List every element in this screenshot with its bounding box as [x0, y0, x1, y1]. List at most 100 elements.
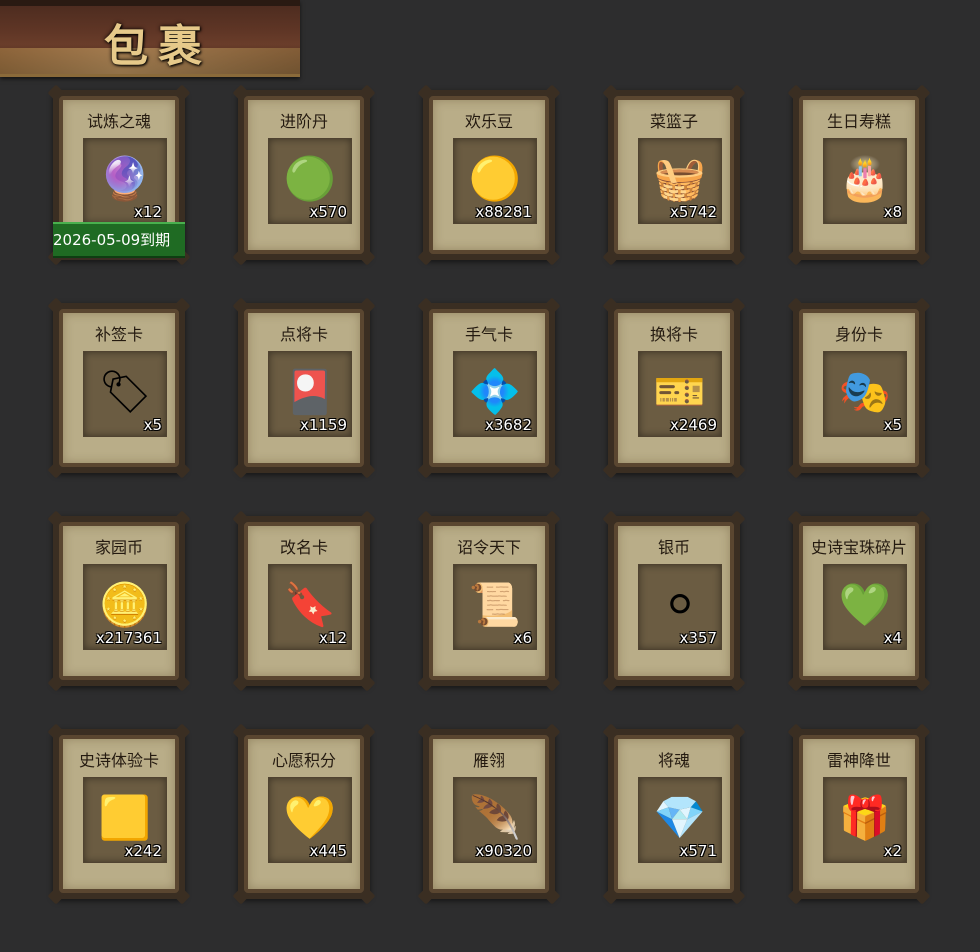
general-token-icon: 🎴 [283, 366, 337, 416]
item-count: x2 [883, 842, 902, 860]
item-slot: ⚪ x357 [638, 564, 722, 650]
item-card-feather[interactable]: 雁翎 🪶 x90320 [417, 723, 561, 905]
item-card-green-crystal[interactable]: 将魂 💎 x571 [602, 723, 746, 905]
item-name: 心愿积分 [271, 751, 336, 770]
item-count: x8 [883, 203, 902, 221]
rename-tag-icon: 🔖 [283, 579, 337, 629]
item-card-mask-card[interactable]: 身份卡 🎭 x5 [787, 297, 931, 479]
item-name: 史诗体验卡 [78, 751, 159, 770]
item-slot: 💠 x3682 [453, 351, 537, 437]
card-frame: 雷神降世 🎁 x2 [799, 735, 919, 893]
gold-card-icon: 🟨 [98, 792, 152, 842]
item-count: x90320 [475, 842, 532, 860]
item-card-green-pill[interactable]: 进阶丹 🟢 x570 [232, 84, 376, 266]
item-card-swap-general-token[interactable]: 换将卡 🎫 x2469 [602, 297, 746, 479]
item-name: 雁翎 [472, 751, 505, 770]
item-name: 手气卡 [464, 325, 513, 344]
item-card-gift-box[interactable]: 雷神降世 🎁 x2 [787, 723, 931, 905]
item-card-gold-card[interactable]: 史诗体验卡 🟨 x242 [47, 723, 191, 905]
luck-ring-card-icon: 💠 [468, 366, 522, 416]
item-name: 菜篮子 [649, 112, 698, 131]
item-name: 诏令天下 [456, 538, 521, 557]
item-card-birthday-cake[interactable]: 生日寿糕 🎂 x8 [787, 84, 931, 266]
item-card-flower-basket[interactable]: 菜篮子 🧺 x5742 [602, 84, 746, 266]
item-slot: 🎂 x8 [823, 138, 907, 224]
item-name: 将魂 [657, 751, 690, 770]
item-count: x12 [319, 629, 347, 647]
item-card-luck-ring-card[interactable]: 手气卡 💠 x3682 [417, 297, 561, 479]
copper-tag-icon: 🏷 [98, 366, 152, 416]
card-frame: 点将卡 🎴 x1159 [244, 309, 364, 467]
item-slot: 💚 x4 [823, 564, 907, 650]
item-card-silver-coins[interactable]: 银币 ⚪ x357 [602, 510, 746, 692]
item-count: x5742 [669, 203, 717, 221]
item-count: x357 [679, 629, 717, 647]
heart-coin-icon: 💛 [283, 792, 337, 842]
item-count: x445 [309, 842, 347, 860]
gold-beans-icon: 🟡 [468, 153, 522, 203]
item-slot: 🔮 x12 [83, 138, 167, 224]
item-count: x217361 [95, 629, 162, 647]
item-slot: 🟡 x88281 [453, 138, 537, 224]
item-count: x12 [134, 203, 162, 221]
item-name: 改名卡 [279, 538, 328, 557]
item-card-general-token[interactable]: 点将卡 🎴 x1159 [232, 297, 376, 479]
card-frame: 进阶丹 🟢 x570 [244, 96, 364, 254]
card-frame: 欢乐豆 🟡 x88281 [429, 96, 549, 254]
card-frame: 菜篮子 🧺 x5742 [614, 96, 734, 254]
flower-basket-icon: 🧺 [653, 153, 707, 203]
item-slot: 🟢 x570 [268, 138, 352, 224]
item-count: x3682 [484, 416, 532, 434]
item-card-gold-beans[interactable]: 欢乐豆 🟡 x88281 [417, 84, 561, 266]
card-frame: 生日寿糕 🎂 x8 [799, 96, 919, 254]
item-name: 换将卡 [649, 325, 698, 344]
item-slot: 📜 x6 [453, 564, 537, 650]
item-slot: 💎 x571 [638, 777, 722, 863]
item-count: x5 [883, 416, 902, 434]
item-card-home-coin[interactable]: 家园币 🪙 x217361 [47, 510, 191, 692]
item-name: 史诗宝珠碎片 [810, 538, 907, 557]
item-card-heart-coin[interactable]: 心愿积分 💛 x445 [232, 723, 376, 905]
item-count: x4 [883, 629, 902, 647]
item-slot: 🎴 x1159 [268, 351, 352, 437]
item-count: x2469 [669, 416, 717, 434]
item-slot: 🪶 x90320 [453, 777, 537, 863]
feather-icon: 🪶 [468, 792, 522, 842]
silver-coins-icon: ⚪ [662, 579, 698, 629]
item-count: x570 [309, 203, 347, 221]
birthday-cake-icon: 🎂 [838, 153, 892, 203]
item-count: x1159 [299, 416, 347, 434]
home-coin-icon: 🪙 [98, 579, 152, 629]
edict-scroll-icon: 📜 [468, 579, 522, 629]
item-name: 身份卡 [834, 325, 883, 344]
item-slot: 🏷 x5 [83, 351, 167, 437]
item-name: 进阶丹 [279, 112, 328, 131]
card-frame: 改名卡 🔖 x12 [244, 522, 364, 680]
card-frame: 心愿积分 💛 x445 [244, 735, 364, 893]
item-name: 补签卡 [94, 325, 143, 344]
item-name: 银币 [657, 538, 690, 557]
green-crystal-icon: 💎 [653, 792, 707, 842]
card-frame: 手气卡 💠 x3682 [429, 309, 549, 467]
item-count: x5 [143, 416, 162, 434]
item-name: 点将卡 [279, 325, 328, 344]
item-slot: 🎁 x2 [823, 777, 907, 863]
item-count: x6 [513, 629, 532, 647]
item-card-rename-tag[interactable]: 改名卡 🔖 x12 [232, 510, 376, 692]
item-name: 试炼之魂 [86, 112, 151, 131]
gift-box-icon: 🎁 [838, 792, 892, 842]
item-card-edict-scroll[interactable]: 诏令天下 📜 x6 [417, 510, 561, 692]
item-count: x88281 [475, 203, 532, 221]
card-frame: 家园币 🪙 x217361 [59, 522, 179, 680]
green-gem-shard-icon: 💚 [838, 579, 892, 629]
page-title: 包裹 [104, 21, 212, 72]
card-frame: 雁翎 🪶 x90320 [429, 735, 549, 893]
item-card-green-gem-shard[interactable]: 史诗宝珠碎片 💚 x4 [787, 510, 931, 692]
card-frame: 诏令天下 📜 x6 [429, 522, 549, 680]
item-slot: 💛 x445 [268, 777, 352, 863]
item-card-copper-tag[interactable]: 补签卡 🏷 x5 [47, 297, 191, 479]
swap-general-token-icon: 🎫 [653, 366, 707, 416]
purple-dragon-orb-icon: 🔮 [98, 153, 152, 203]
expiry-badge: 2026-05-09到期 [53, 222, 185, 258]
item-name: 欢乐豆 [464, 112, 513, 131]
